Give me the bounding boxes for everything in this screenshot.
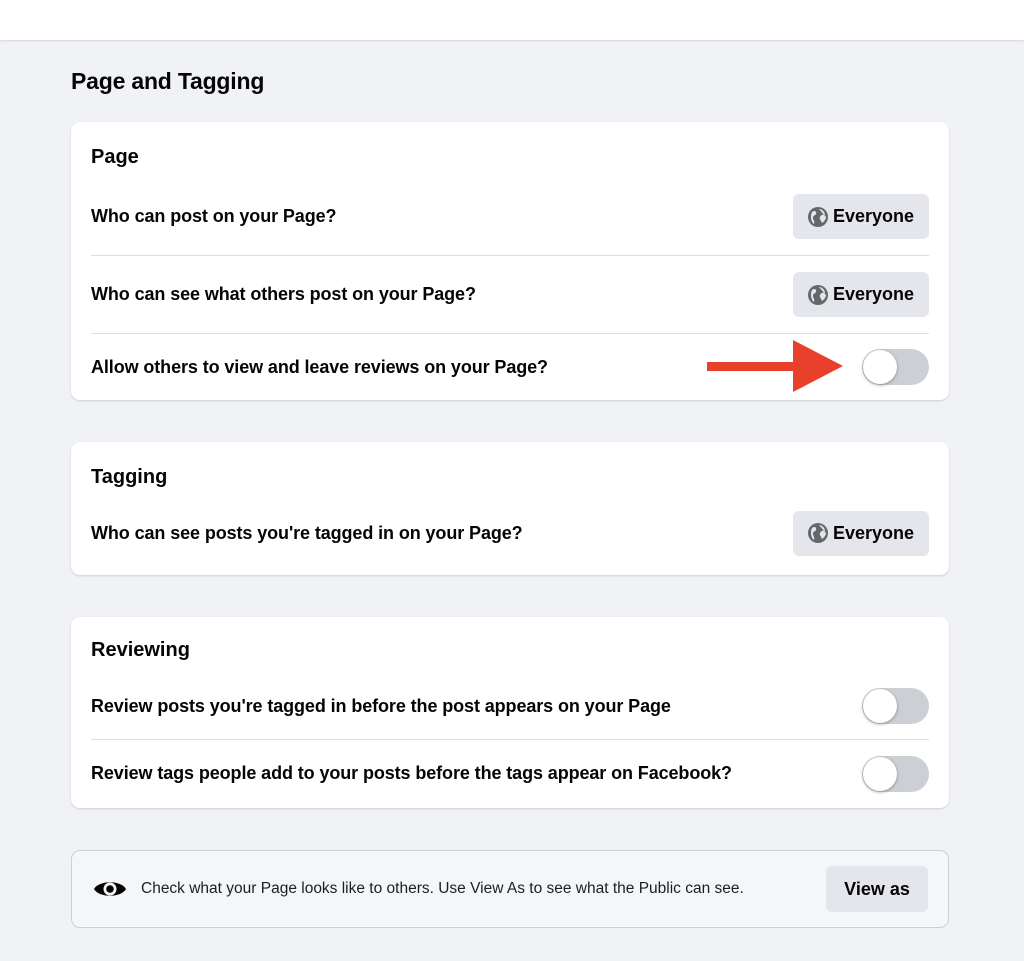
audience-value: Everyone: [832, 206, 914, 226]
section-tagging: Tagging Who can see posts you're tagged …: [71, 442, 949, 575]
eye-icon: [94, 882, 126, 896]
setting-row-review-tagged-posts: Review posts you're tagged in before the…: [91, 673, 929, 740]
setting-row-tagged-posts-visibility: Who can see posts you're tagged in on yo…: [91, 498, 929, 568]
globe-icon: [807, 523, 828, 543]
toggle-knob: [863, 350, 897, 384]
top-bar: [0, 0, 1024, 40]
setting-row-who-can-post: Who can post on your Page? Everyone: [91, 178, 929, 256]
toggle-knob: [863, 689, 897, 723]
setting-label: Who can post on your Page?: [91, 206, 337, 226]
review-tags-toggle[interactable]: [862, 755, 929, 792]
page-title: Page and Tagging: [71, 68, 265, 94]
setting-label: Who can see what others post on your Pag…: [91, 284, 476, 304]
setting-label: Allow others to view and leave reviews o…: [91, 356, 548, 377]
audience-button-tagged-posts[interactable]: Everyone: [792, 510, 929, 556]
audience-value: Everyone: [832, 522, 914, 543]
section-title: Tagging: [91, 466, 168, 488]
view-as-card: Check what your Page looks like to other…: [71, 850, 949, 928]
audience-value: Everyone: [832, 284, 914, 304]
setting-label: Review tags people add to your posts bef…: [91, 763, 732, 783]
section-reviewing: Reviewing Review posts you're tagged in …: [71, 617, 949, 808]
view-as-button[interactable]: View as: [826, 866, 928, 912]
setting-label: Review posts you're tagged in before the…: [91, 695, 671, 716]
section-title: Page: [91, 146, 139, 168]
globe-icon: [807, 284, 828, 305]
section-title: Reviewing: [91, 639, 190, 661]
audience-button-who-can-see-others-posts[interactable]: Everyone: [792, 272, 929, 317]
review-tagged-posts-toggle[interactable]: [862, 688, 929, 724]
setting-row-who-can-see-others-posts: Who can see what others post on your Pag…: [91, 256, 929, 334]
setting-row-review-tags: Review tags people add to your posts bef…: [91, 740, 929, 807]
arrow-right-icon: [707, 340, 843, 392]
audience-button-who-can-post[interactable]: Everyone: [792, 194, 929, 239]
allow-reviews-toggle[interactable]: [862, 349, 929, 385]
setting-label: Who can see posts you're tagged in on yo…: [91, 522, 523, 543]
view-as-description: Check what your Page looks like to other…: [141, 880, 744, 897]
globe-icon: [807, 206, 828, 227]
toggle-knob: [863, 756, 897, 791]
